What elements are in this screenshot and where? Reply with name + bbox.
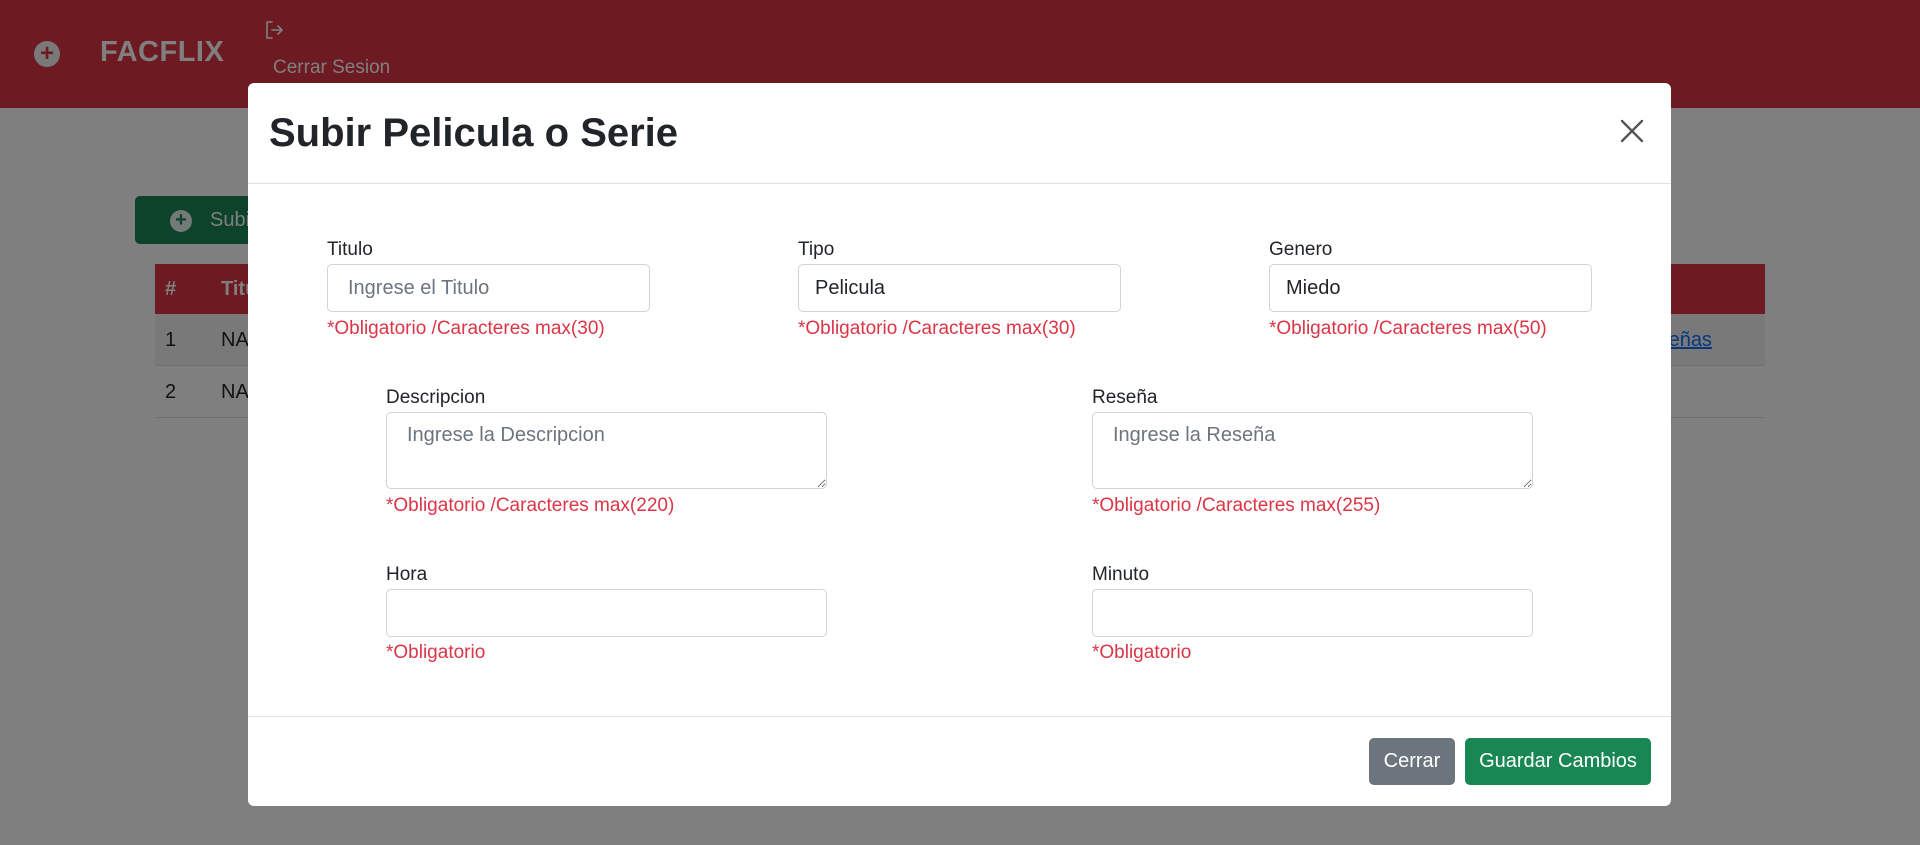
descripcion-hint: *Obligatorio /Caracteres max(220) [386,495,675,516]
modal-header: Subir Pelicula o Serie [248,83,1671,184]
close-icon[interactable] [1618,117,1646,145]
resena-label: Reseña [1092,387,1158,408]
genero-label: Genero [1269,239,1333,260]
resena-textarea[interactable] [1092,412,1533,489]
close-button[interactable]: Cerrar [1369,738,1455,785]
tipo-input[interactable] [798,264,1121,312]
hora-input[interactable] [386,589,827,637]
modal-footer: Cerrar Guardar Cambios [248,716,1671,806]
genero-hint: *Obligatorio /Caracteres max(50) [1269,318,1547,339]
descripcion-textarea[interactable] [386,412,827,489]
titulo-label: Titulo [327,239,373,260]
hora-label: Hora [386,564,428,585]
upload-modal: Subir Pelicula o Serie Titulo *Obligator… [248,83,1671,806]
tipo-label: Tipo [798,239,835,260]
tipo-hint: *Obligatorio /Caracteres max(30) [798,318,1076,339]
resena-hint: *Obligatorio /Caracteres max(255) [1092,495,1381,516]
titulo-input[interactable] [327,264,650,312]
hora-hint: *Obligatorio [386,642,486,663]
genero-input[interactable] [1269,264,1592,312]
modal-title: Subir Pelicula o Serie [269,111,679,155]
descripcion-label: Descripcion [386,387,486,408]
titulo-hint: *Obligatorio /Caracteres max(30) [327,318,605,339]
minuto-label: Minuto [1092,564,1150,585]
save-button[interactable]: Guardar Cambios [1465,738,1651,785]
minuto-hint: *Obligatorio [1092,642,1192,663]
minuto-input[interactable] [1092,589,1533,637]
